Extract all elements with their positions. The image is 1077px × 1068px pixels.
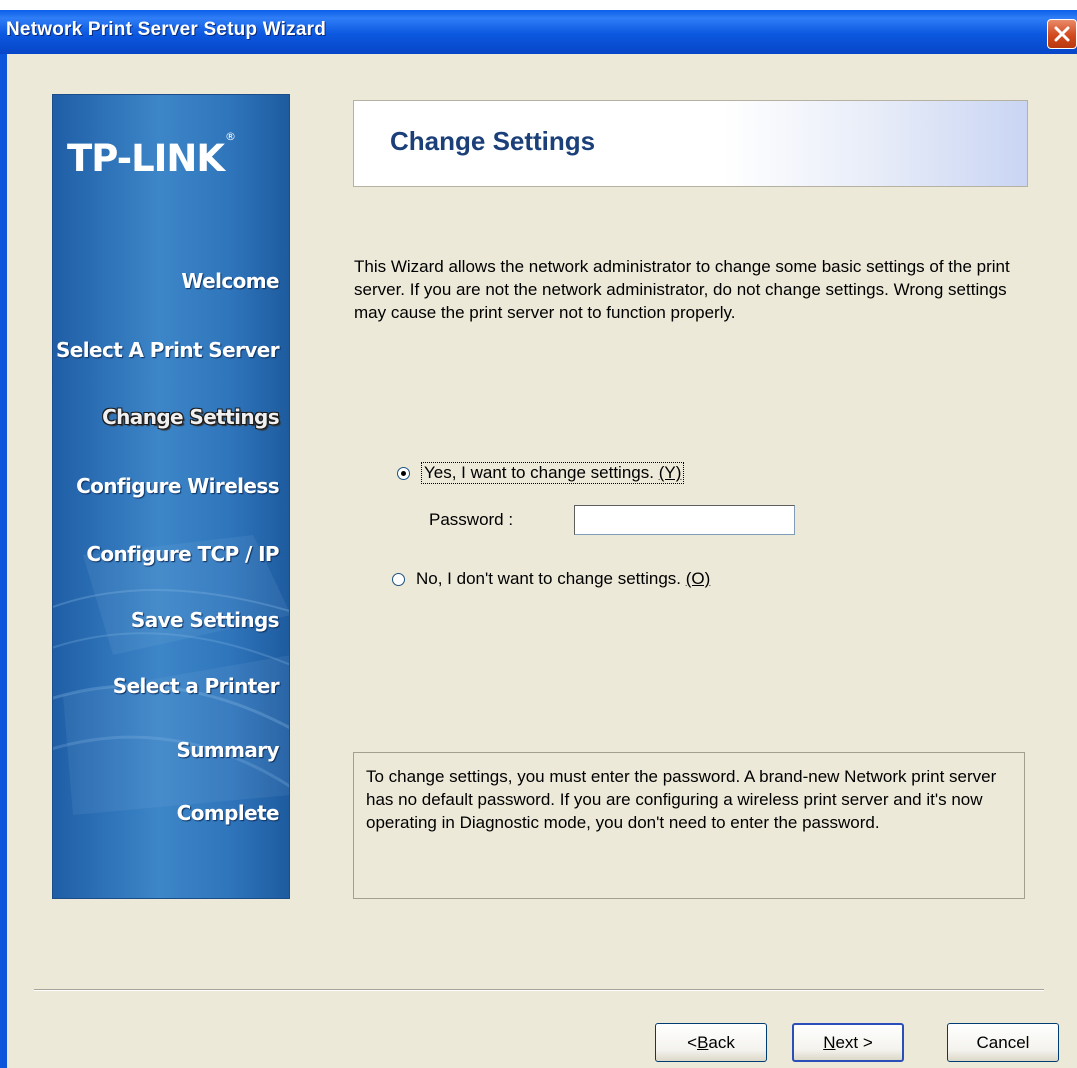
- wizard-window: Network Print Server Setup Wizard TP-LIN…: [0, 10, 1077, 1068]
- title-bar[interactable]: Network Print Server Setup Wizard: [0, 10, 1077, 54]
- step-configure-tcp-ip: Configure TCP / IP: [86, 542, 279, 566]
- no-radio-label[interactable]: No, I don't want to change settings. (O): [416, 569, 710, 589]
- close-button[interactable]: [1047, 19, 1077, 49]
- page-header: Change Settings: [353, 100, 1028, 187]
- step-welcome: Welcome: [181, 269, 279, 293]
- yes-radio-label[interactable]: Yes, I want to change settings. (Y): [421, 462, 685, 484]
- option-no-change-settings[interactable]: No, I don't want to change settings. (O): [392, 569, 710, 589]
- password-field[interactable]: [574, 505, 795, 535]
- cancel-button[interactable]: Cancel: [947, 1023, 1059, 1062]
- back-button[interactable]: < Back: [655, 1023, 767, 1062]
- info-box: To change settings, you must enter the p…: [353, 752, 1025, 899]
- step-summary: Summary: [176, 738, 279, 762]
- wizard-steps-panel: TP-LINK® Welcome Select A Print Server C…: [52, 94, 290, 899]
- no-radio-button[interactable]: [392, 572, 405, 586]
- button-divider: [34, 989, 1044, 991]
- tp-link-logo: TP-LINK®: [67, 129, 236, 180]
- step-select-print-server: Select A Print Server: [55, 338, 280, 362]
- next-button[interactable]: Next >: [792, 1023, 904, 1062]
- password-label: Password :: [429, 510, 514, 529]
- step-save-settings: Save Settings: [130, 608, 280, 632]
- step-change-settings: Change Settings: [102, 405, 280, 429]
- step-select-printer: Select a Printer: [112, 674, 280, 698]
- window-border: [0, 54, 7, 1068]
- page-title: Change Settings: [390, 126, 596, 156]
- intro-text: This Wizard allows the network administr…: [354, 257, 1010, 322]
- yes-radio-button[interactable]: [397, 466, 410, 480]
- info-text: To change settings, you must enter the p…: [366, 767, 997, 832]
- step-complete: Complete: [176, 801, 280, 825]
- step-configure-wireless: Configure Wireless: [76, 474, 280, 498]
- option-yes-change-settings[interactable]: Yes, I want to change settings. (Y): [397, 462, 685, 484]
- close-icon: [1054, 26, 1070, 42]
- window-title: Network Print Server Setup Wizard: [6, 19, 327, 40]
